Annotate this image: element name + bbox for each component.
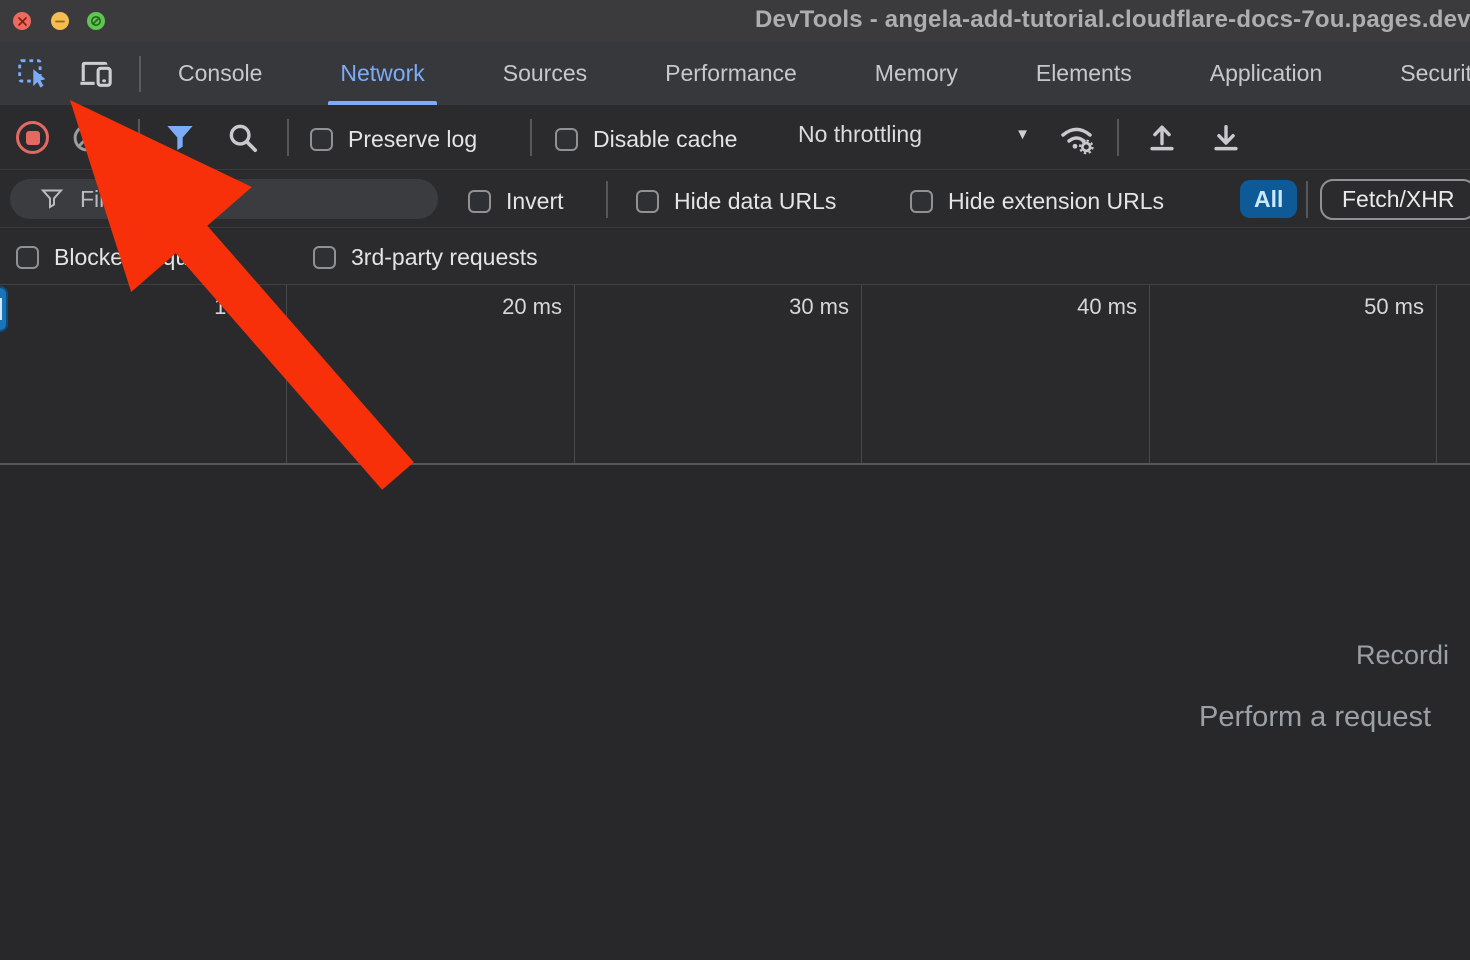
ruler-tick-label: 50 ms [1364, 294, 1424, 319]
request-type-all-chip[interactable]: All [1240, 180, 1297, 218]
close-window-button[interactable] [13, 12, 31, 30]
ruler-tick-cell: 10 ms [0, 285, 287, 463]
ruler-tick-label: 40 ms [1077, 294, 1137, 319]
stop-record-icon [26, 131, 40, 145]
tab-sources[interactable]: Sources [491, 42, 599, 105]
tab-security-label: Security [1400, 60, 1470, 87]
disable-cache-checkbox[interactable]: Disable cache [555, 126, 737, 153]
tab-network-label: Network [340, 60, 424, 87]
ruler-tick-label: 10 ms [214, 294, 274, 319]
toolbar-separator [530, 119, 532, 156]
tab-performance-label: Performance [665, 60, 797, 87]
tab-network[interactable]: Network [328, 42, 436, 105]
tab-memory-label: Memory [875, 60, 958, 87]
checkbox-box [910, 190, 933, 213]
third-party-requests-checkbox[interactable]: 3rd-party requests [313, 244, 538, 271]
minimize-icon [55, 20, 65, 23]
funnel-outline-icon [40, 188, 64, 210]
checkbox-box [313, 246, 336, 269]
requests-panel: Recordi Perform a request [0, 467, 1470, 960]
toolbar-separator [287, 119, 289, 156]
checkbox-box [636, 190, 659, 213]
filter-input[interactable]: Filter [10, 179, 438, 219]
checkbox-box [16, 246, 39, 269]
toolbar-separator [606, 181, 608, 218]
zoom-window-button[interactable] [87, 12, 105, 30]
devtools-window: DevTools - angela-add-tutorial.cloudflar… [0, 0, 1470, 960]
inspect-element-button[interactable] [14, 56, 52, 92]
throttling-dropdown[interactable]: No throttling ▼ [798, 121, 1030, 148]
network-overview-ruler[interactable]: 10 ms 20 ms 30 ms 40 ms 50 ms [0, 284, 1470, 465]
tabbar-separator [139, 56, 141, 92]
magnifier-icon [226, 121, 260, 155]
chevron-down-icon: ▼ [1015, 126, 1030, 143]
upload-icon [1145, 121, 1179, 155]
titlebar: DevTools - angela-add-tutorial.cloudflar… [0, 0, 1470, 42]
empty-state-hint-text: Perform a request [1199, 701, 1431, 734]
circle-slash-icon [90, 15, 102, 27]
panel-tabs: Console Network Sources Performance Memo… [0, 42, 1470, 105]
throttling-value: No throttling [798, 121, 922, 148]
devtools-tabbar: Console Network Sources Performance Memo… [0, 42, 1470, 105]
blocked-requests-label: Blocked requests [54, 244, 230, 271]
tab-security[interactable]: Security [1388, 42, 1470, 105]
ruler-tick-label: 30 ms [789, 294, 849, 319]
ruler-tick-cell: 20 ms [287, 285, 575, 463]
toolbar-separator [1117, 119, 1119, 156]
tab-console[interactable]: Console [166, 42, 274, 105]
request-type-fetch-xhr-chip[interactable]: Fetch/XHR [1320, 179, 1470, 220]
preserve-log-label: Preserve log [348, 126, 477, 153]
empty-state-recording-text: Recordi [1356, 640, 1449, 671]
tab-elements-label: Elements [1036, 60, 1132, 87]
toolbar-separator [1306, 181, 1308, 218]
ruler-tick-label: 20 ms [502, 294, 562, 319]
ruler-tick-cell: 50 ms [1150, 285, 1437, 463]
tab-console-label: Console [178, 60, 262, 87]
filter-toggle-button[interactable] [162, 122, 198, 154]
invert-checkbox[interactable]: Invert [468, 188, 564, 215]
device-toolbar-button[interactable] [74, 56, 118, 92]
network-toolbar: Preserve log Disable cache No throttling… [0, 105, 1470, 170]
checkbox-box [468, 190, 491, 213]
tab-performance[interactable]: Performance [653, 42, 809, 105]
blocked-requests-checkbox[interactable]: Blocked requests [16, 244, 230, 271]
tab-elements[interactable]: Elements [1024, 42, 1144, 105]
hide-extension-urls-checkbox[interactable]: Hide extension URLs [910, 188, 1164, 215]
device-toolbar-icon [77, 57, 115, 91]
export-har-button[interactable] [1206, 120, 1246, 156]
stop-recording-button[interactable] [16, 121, 49, 154]
network-filter-bar: Filter Invert Hide data URLs Hide extens… [0, 171, 1470, 228]
checkbox-box [310, 128, 333, 151]
filter-placeholder: Filter [80, 186, 131, 213]
checkbox-box [555, 128, 578, 151]
close-icon [18, 17, 27, 26]
inspect-cursor-icon [16, 57, 50, 91]
clear-network-log-button[interactable] [72, 123, 102, 153]
third-party-requests-label: 3rd-party requests [351, 244, 538, 271]
minimize-window-button[interactable] [51, 12, 69, 30]
overview-drag-handle[interactable] [0, 286, 8, 332]
import-har-button[interactable] [1142, 120, 1182, 156]
hide-extension-urls-label: Hide extension URLs [948, 188, 1164, 215]
tab-memory[interactable]: Memory [863, 42, 970, 105]
ruler-tick-cell: 40 ms [862, 285, 1150, 463]
tab-application-label: Application [1210, 60, 1323, 87]
window-title: DevTools - angela-add-tutorial.cloudflar… [755, 6, 1470, 34]
hide-data-urls-label: Hide data URLs [674, 188, 836, 215]
invert-label: Invert [506, 188, 564, 215]
ruler-tick-cell: 30 ms [575, 285, 862, 463]
request-filter-row: Blocked requests 3rd-party requests [0, 229, 1470, 284]
tab-application[interactable]: Application [1198, 42, 1335, 105]
hide-data-urls-checkbox[interactable]: Hide data URLs [636, 188, 836, 215]
funnel-icon [164, 123, 196, 153]
search-button[interactable] [224, 121, 262, 155]
wifi-gear-icon [1057, 121, 1099, 155]
block-circle-icon [72, 123, 102, 153]
disable-cache-label: Disable cache [593, 126, 737, 153]
tab-sources-label: Sources [503, 60, 587, 87]
network-conditions-button[interactable] [1055, 120, 1101, 156]
toolbar-separator [138, 119, 140, 156]
preserve-log-checkbox[interactable]: Preserve log [310, 126, 477, 153]
download-icon [1209, 121, 1243, 155]
